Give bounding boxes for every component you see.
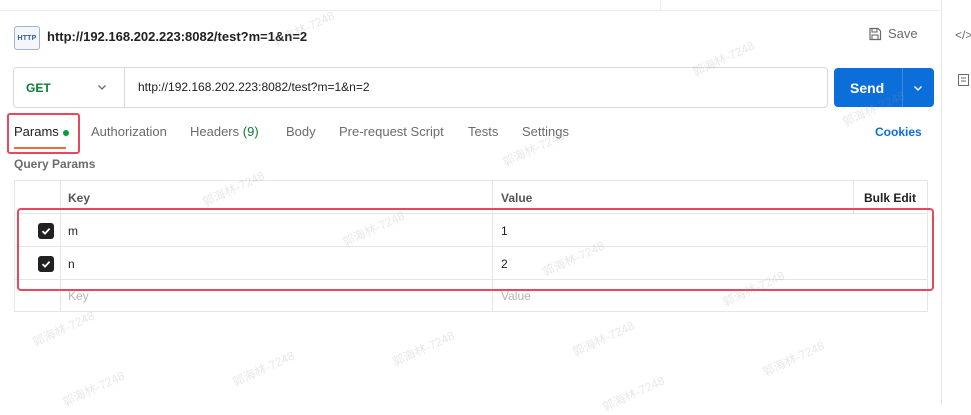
url-input[interactable]: http://192.168.202.223:8082/test?m=1&n=2 [138,80,370,94]
watermark: 郭海林-7248 [230,348,297,390]
watermark: 郭海林-7248 [570,318,637,360]
column-header-key: Key [68,191,91,205]
watermark: 郭海林-7248 [30,308,97,350]
new-value-input[interactable]: Value [501,289,531,303]
top-divider [660,0,661,10]
chevron-down-icon [98,85,106,90]
http-icon-label: HTTP [17,34,37,42]
code-icon[interactable]: </> [955,28,971,42]
column-header-value: Value [501,191,533,205]
tab-headers-label: Headers [190,124,240,139]
new-key-input[interactable]: Key [68,289,89,303]
send-options-chevron-icon[interactable] [912,82,924,94]
watermark: 郭海林-7248 [600,373,667,415]
method-select[interactable]: GET [14,68,125,107]
save-icon [869,27,882,40]
save-button[interactable]: Save [868,26,918,41]
bulk-edit-button[interactable]: Bulk Edit [864,191,916,205]
tab-authorization[interactable]: Authorization [91,124,167,139]
document-icon[interactable] [958,74,969,86]
params-highlight-box [7,113,80,154]
save-label: Save [888,26,918,41]
tab-body[interactable]: Body [286,124,316,139]
tab-headers-count: (9) [242,124,259,139]
send-label: Send [850,80,885,96]
watermark: 郭海林-7248 [60,368,127,410]
rows-highlight-box [17,208,934,291]
top-border [0,10,940,11]
right-panel-divider [941,0,942,405]
http-request-icon: HTTP [14,26,40,50]
cookies-link[interactable]: Cookies [875,125,922,139]
method-label: GET [26,81,51,95]
tab-headers[interactable]: Headers (9) [190,124,259,139]
tab-tests[interactable]: Tests [468,124,498,139]
watermark: 郭海林-7248 [390,328,457,370]
watermark: 郭海林-7248 [760,338,827,380]
tab-pre-request-script[interactable]: Pre-request Script [339,124,444,139]
query-params-title: Query Params [14,157,96,171]
request-title[interactable]: http://192.168.202.223:8082/test?m=1&n=2 [47,29,307,44]
